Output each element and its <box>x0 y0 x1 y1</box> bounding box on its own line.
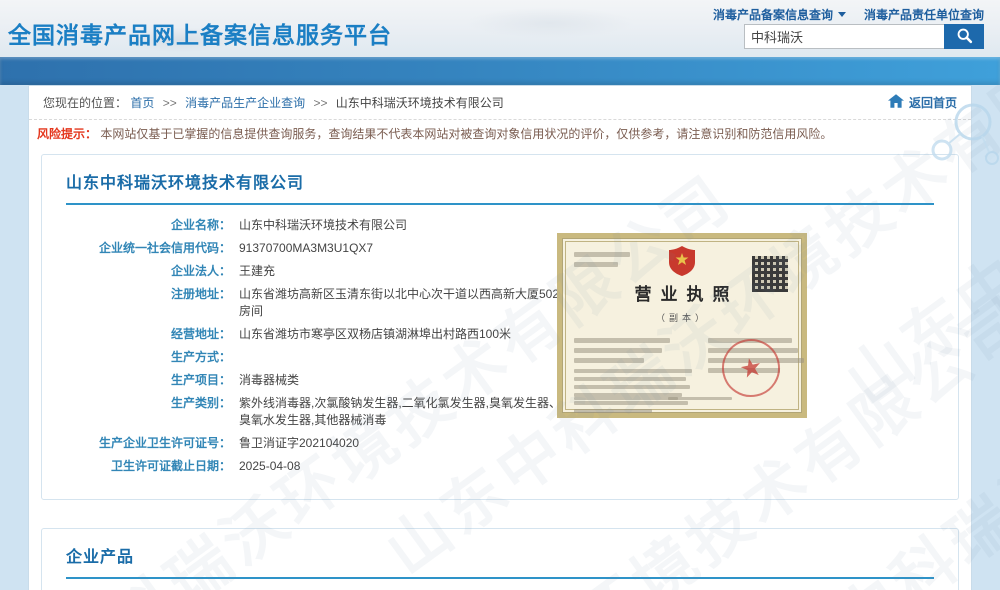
search-button[interactable] <box>944 24 984 49</box>
products-panel: 企业产品 中科瑞沃牌ZK-50型电解法次氯酸钠发生器 中科瑞沃牌ZK-200型化… <box>41 528 959 590</box>
search-icon <box>956 27 973 47</box>
risk-notice-label: 风险提示： <box>37 127 97 141</box>
field-license-expiry-date: 卫生许可证截止日期： 2025-04-08 <box>66 458 934 475</box>
company-title: 山东中科瑞沃环境技术有限公司 <box>66 169 934 193</box>
main-content: 您现在的位置： 首页 >> 消毒产品生产企业查询 >> 山东中科瑞沃环境技术有限… <box>28 85 972 590</box>
nav-responsible-unit-query[interactable]: 消毒产品责任单位查询 <box>864 6 984 23</box>
search-bar <box>744 24 984 49</box>
national-emblem-icon <box>669 246 695 281</box>
company-info-panel: 山东中科瑞沃环境技术有限公司 企业名称： 山东中科瑞沃环境技术有限公司 企业统一… <box>41 154 959 500</box>
top-nav: 消毒产品备案信息查询 消毒产品责任单位查询 <box>713 6 984 23</box>
license-code-lines <box>574 252 634 272</box>
license-footer-lines-right <box>668 397 738 405</box>
field-company-name: 企业名称： 山东中科瑞沃环境技术有限公司 <box>66 217 934 234</box>
products-title: 企业产品 <box>66 543 934 567</box>
chevron-down-icon <box>838 12 846 17</box>
breadcrumb-prefix: 您现在的位置： <box>43 96 127 110</box>
breadcrumb-current: 山东中科瑞沃环境技术有限公司 <box>336 96 504 110</box>
nav-record-info-query[interactable]: 消毒产品备案信息查询 <box>713 6 846 23</box>
license-frame: 营业执照 （副本） <box>565 241 799 410</box>
qr-code <box>752 256 788 292</box>
back-home-link[interactable]: 返回首页 <box>888 94 957 111</box>
breadcrumb-home-link[interactable]: 首页 <box>130 96 154 110</box>
site-title: 全国消毒产品网上备案信息服务平台 <box>8 16 392 50</box>
breadcrumb-query-link[interactable]: 消毒产品生产企业查询 <box>185 96 305 110</box>
header-divider-band <box>0 57 1000 85</box>
business-license-image[interactable]: 营业执照 （副本） <box>557 233 807 418</box>
panel-divider <box>66 577 934 579</box>
search-input[interactable] <box>744 24 944 49</box>
breadcrumb-path: 您现在的位置： 首页 >> 消毒产品生产企业查询 >> 山东中科瑞沃环境技术有限… <box>43 94 504 111</box>
field-hygiene-license-no: 生产企业卫生许可证号： 鲁卫消证字202104020 <box>66 435 934 452</box>
home-icon <box>888 94 904 111</box>
page-header: 全国消毒产品网上备案信息服务平台 消毒产品备案信息查询 消毒产品责任单位查询 <box>0 0 1000 57</box>
risk-notice-text: 本网站仅基于已掌握的信息提供查询服务，查询结果不代表本网站对被查询对象信用状况的… <box>100 127 832 141</box>
breadcrumb: 您现在的位置： 首页 >> 消毒产品生产企业查询 >> 山东中科瑞沃环境技术有限… <box>29 86 971 120</box>
risk-notice: 风险提示： 本网站仅基于已掌握的信息提供查询服务，查询结果不代表本网站对被查询对… <box>29 120 971 146</box>
panel-divider <box>66 203 934 205</box>
license-subtitle: （副本） <box>574 311 790 324</box>
